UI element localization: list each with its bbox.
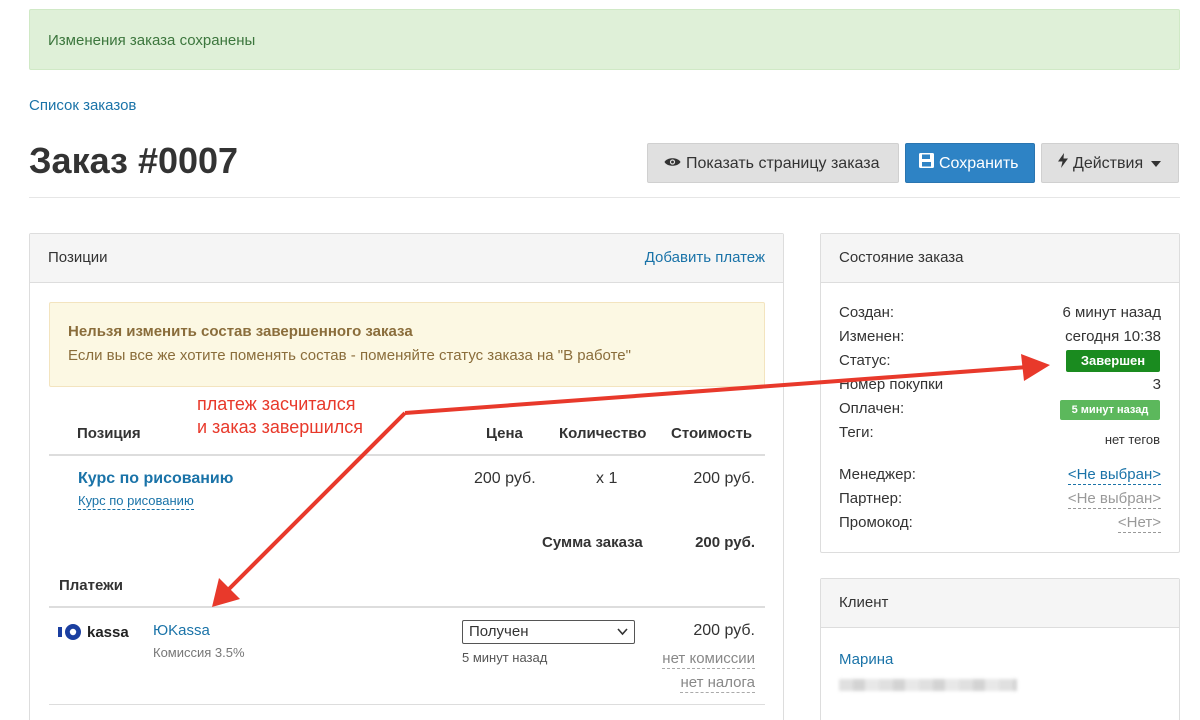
payment-amount: 200 руб.	[693, 622, 755, 639]
column-header-cost: Стоимость	[671, 425, 753, 442]
payment-time: 5 минут назад	[462, 650, 548, 665]
show-order-page-label: Показать страницу заказа	[686, 155, 880, 172]
actions-dropdown-button[interactable]: Действия	[1041, 143, 1179, 183]
success-alert-text: Изменения заказа сохранены	[48, 32, 256, 49]
cannot-edit-warning: Нельзя изменить состав завершенного зака…	[49, 302, 765, 387]
column-header-price: Цена	[486, 425, 523, 442]
client-title: Клиент	[839, 594, 889, 611]
created-value: 6 минут назад	[1062, 304, 1161, 321]
order-status-title: Состояние заказа	[839, 249, 964, 266]
annotation-line-2: и заказ завершился	[197, 417, 364, 437]
partner-select-link[interactable]: <Не выбран>	[1067, 490, 1161, 509]
purchase-number-label: Номер покупки	[839, 376, 944, 393]
payment-provider-link[interactable]: ЮKassa	[153, 622, 210, 639]
chevron-down-icon	[617, 621, 628, 650]
order-status-panel: Состояние заказа Создан: 6 минут назад И…	[820, 233, 1180, 553]
positions-panel: Позиции Добавить платеж Нельзя изменить …	[29, 233, 784, 720]
blurred-client-contact	[839, 679, 1017, 691]
status-badge: Завершен	[1066, 350, 1160, 372]
promo-label: Промокод:	[839, 514, 913, 531]
created-label: Создан:	[839, 304, 895, 321]
item-variant-link[interactable]: Курс по рисованию	[78, 493, 194, 510]
client-panel: Клиент Марина	[820, 578, 1180, 720]
yookassa-logo: kassa	[58, 622, 129, 642]
partner-label: Партнер:	[839, 490, 903, 507]
caret-down-icon	[1148, 155, 1161, 172]
no-tax-link[interactable]: нет налога	[680, 674, 755, 693]
column-header-position: Позиция	[77, 425, 141, 442]
status-label: Статус:	[839, 352, 891, 369]
show-order-page-button[interactable]: Показать страницу заказа	[647, 143, 899, 183]
floppy-icon	[919, 144, 934, 184]
order-sum-label: Сумма заказа	[542, 534, 643, 551]
paid-label: Оплачен:	[839, 400, 905, 417]
changed-label: Изменен:	[839, 328, 905, 345]
positions-panel-header: Позиции Добавить платеж	[30, 234, 783, 283]
payments-title: Платежи	[59, 577, 123, 594]
item-price: 200 руб.	[474, 470, 536, 487]
annotation-text: платеж засчитался и заказ завершился	[197, 393, 363, 439]
eye-icon	[664, 144, 681, 184]
order-status-header: Состояние заказа	[821, 234, 1179, 283]
warning-title: Нельзя изменить состав завершенного зака…	[68, 323, 413, 340]
client-name-link[interactable]: Марина	[839, 651, 893, 668]
yookassa-mark-icon	[58, 624, 82, 640]
table-header-divider	[49, 454, 765, 456]
breadcrumb-orders-link[interactable]: Список заказов	[29, 97, 136, 114]
column-header-quantity: Количество	[559, 425, 647, 442]
no-commission-link[interactable]: нет комиссии	[662, 650, 755, 669]
promo-select-link[interactable]: <Нет>	[1117, 514, 1161, 533]
manager-select-link[interactable]: <Не выбран>	[1067, 466, 1161, 485]
payments-divider	[49, 606, 765, 608]
warning-text: Если вы все же хотите поменять состав - …	[68, 347, 631, 364]
payment-status-value: Получен	[469, 623, 529, 640]
bolt-icon	[1058, 144, 1068, 184]
yookassa-logo-text: kassa	[87, 623, 129, 641]
annotation-line-1: платеж засчитался	[197, 394, 356, 414]
paid-badge: 5 минут назад	[1060, 400, 1160, 420]
positions-title: Позиции	[48, 249, 108, 266]
item-quantity: x 1	[596, 470, 618, 487]
header-divider	[29, 197, 1180, 198]
save-label: Сохранить	[939, 155, 1019, 172]
purchase-number-value: 3	[1152, 376, 1161, 393]
save-button[interactable]: Сохранить	[905, 143, 1035, 183]
success-alert: Изменения заказа сохранены	[29, 9, 1180, 70]
tags-label: Теги:	[839, 424, 874, 441]
payment-status-select[interactable]: Получен	[462, 620, 635, 644]
item-name-link[interactable]: Курс по рисованию	[78, 470, 233, 488]
payments-row-divider	[49, 704, 765, 705]
manager-label: Менеджер:	[839, 466, 916, 483]
item-cost: 200 руб.	[693, 470, 755, 487]
order-sum-value: 200 руб.	[695, 534, 755, 551]
page-title: Заказ #0007	[29, 140, 239, 181]
changed-value: сегодня 10:38	[1065, 328, 1161, 345]
tags-value: нет тегов	[1104, 432, 1160, 447]
payment-commission: Комиссия 3.5%	[153, 645, 245, 660]
client-panel-header: Клиент	[821, 579, 1179, 628]
actions-label: Действия	[1073, 155, 1144, 172]
add-payment-link[interactable]: Добавить платеж	[645, 234, 765, 282]
